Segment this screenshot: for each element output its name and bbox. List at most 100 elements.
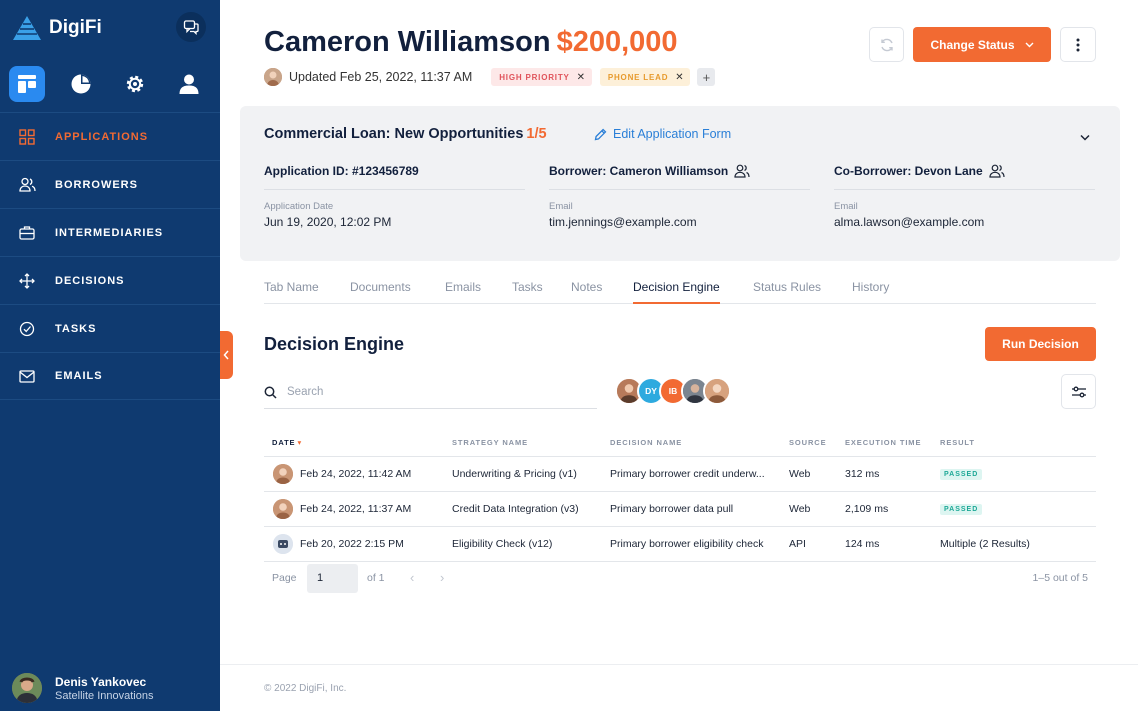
application-id-column: Application ID: #123456789 Application D…	[264, 164, 525, 229]
user-organization: Satellite Innovations	[55, 689, 154, 702]
section-title: Decision Engine	[264, 334, 405, 354]
row-date: Feb 24, 2022, 11:37 AM	[300, 503, 412, 515]
column-header-execution-time[interactable]: EXECUTION TIME	[845, 438, 921, 447]
search-field[interactable]: Search	[264, 376, 597, 409]
column-header-decision[interactable]: DECISION NAME	[610, 438, 682, 447]
avatar-initials: IB	[668, 386, 678, 396]
grid-icon	[18, 128, 36, 146]
previous-page-button[interactable]: ‹	[410, 570, 414, 585]
borrower-email: tim.jennings@example.com	[549, 215, 697, 229]
row-decision: Primary borrower eligibility check	[610, 538, 764, 550]
sort-desc-icon: ▾	[297, 438, 303, 447]
chat-button[interactable]	[176, 12, 206, 42]
user-name: Denis Yankovec	[55, 674, 147, 689]
filter-button[interactable]	[1061, 374, 1096, 409]
profile-button[interactable]	[171, 66, 207, 102]
tab-bar: Tab Name Documents Emails Tasks Notes De…	[264, 280, 1096, 304]
tab-history[interactable]: History	[852, 280, 889, 304]
table-row[interactable]: Feb 20, 2022 2:15 PM Eligibility Check (…	[264, 527, 1096, 562]
application-date-value: Jun 19, 2020, 12:02 PM	[264, 215, 392, 229]
sidebar-item-applications[interactable]: APPLICATIONS	[0, 112, 220, 160]
run-decision-button[interactable]: Run Decision	[985, 327, 1096, 361]
tab-status-rules[interactable]: Status Rules	[753, 280, 821, 304]
table-row[interactable]: Feb 24, 2022, 11:42 AM Underwriting & Pr…	[264, 457, 1096, 492]
row-decision: Primary borrower credit underw...	[610, 468, 765, 480]
chevron-left-icon	[223, 350, 229, 360]
table-row[interactable]: Feb 24, 2022, 11:37 AM Credit Data Integ…	[264, 492, 1096, 527]
tab-emails[interactable]: Emails	[445, 280, 481, 304]
tab-tab-name[interactable]: Tab Name	[264, 280, 319, 304]
borrower-name[interactable]: Borrower: Cameron Williamson	[549, 164, 728, 178]
tab-tasks[interactable]: Tasks	[512, 280, 543, 304]
email-label: Email	[834, 201, 858, 212]
edit-link-label: Edit Application Form	[613, 127, 732, 141]
column-header-date[interactable]: DATE ▾	[272, 438, 302, 447]
row-date: Feb 24, 2022, 11:42 AM	[300, 468, 412, 480]
sidebar: DigiFi APPLICATIONS BORROWERS INTERMEDIA…	[0, 0, 220, 711]
search-input[interactable]: Search	[287, 386, 323, 398]
brand[interactable]: DigiFi	[12, 14, 102, 42]
application-date-label: Application Date	[264, 201, 334, 212]
sidebar-item-borrowers[interactable]: BORROWERS	[0, 160, 220, 208]
chevron-down-icon	[1080, 134, 1090, 141]
copyright: © 2022 DigiFi, Inc.	[264, 683, 347, 694]
refresh-button[interactable]	[869, 27, 904, 62]
pencil-icon	[594, 128, 607, 140]
refresh-icon	[880, 38, 893, 51]
column-header-result[interactable]: RESULT	[940, 438, 975, 447]
column-header-strategy[interactable]: STRATEGY NAME	[452, 438, 528, 447]
sidebar-item-decisions[interactable]: DECISIONS	[0, 256, 220, 304]
close-icon[interactable]: ✕	[675, 72, 684, 83]
decisions-table: DATE ▾ STRATEGY NAME DECISION NAME SOURCE…	[264, 430, 1096, 562]
users-icon[interactable]	[989, 164, 1005, 178]
api-robot-icon	[273, 534, 293, 554]
sidebar-item-tasks[interactable]: TASKS	[0, 304, 220, 352]
next-page-button[interactable]: ›	[440, 570, 444, 585]
kebab-menu-icon	[1076, 38, 1080, 51]
applications-board-icon	[18, 75, 36, 93]
collapse-card-button[interactable]	[1080, 128, 1090, 146]
close-icon[interactable]: ✕	[577, 72, 586, 83]
avatar[interactable]	[703, 377, 731, 405]
sidebar-item-label: BORROWERS	[55, 178, 138, 191]
sidebar-item-intermediaries[interactable]: INTERMEDIARIES	[0, 208, 220, 256]
status-progress: 1/5	[526, 126, 547, 142]
collapse-sidebar-button[interactable]	[220, 331, 233, 379]
arrows-icon	[18, 272, 36, 290]
avatar	[273, 464, 293, 484]
row-decision: Primary borrower data pull	[610, 503, 734, 515]
change-status-label: Change Status	[930, 37, 1015, 52]
page-total: of 1	[367, 572, 385, 584]
column-label: DATE	[272, 438, 296, 447]
sidebar-item-label: EMAILS	[55, 370, 103, 382]
tab-decision-engine[interactable]: Decision Engine	[633, 280, 720, 304]
sidebar-item-label: INTERMEDIARIES	[55, 226, 164, 239]
co-borrower-name[interactable]: Co-Borrower: Devon Lane	[834, 164, 983, 178]
column-header-source[interactable]: SOURCE	[789, 438, 827, 447]
change-status-button[interactable]: Change Status	[913, 27, 1051, 62]
sidebar-item-emails[interactable]: EMAILS	[0, 352, 220, 400]
row-strategy: Underwriting & Pricing (v1)	[452, 468, 577, 480]
users-icon[interactable]	[734, 164, 750, 178]
row-strategy: Credit Data Integration (v3)	[452, 503, 579, 515]
tag-label: HIGH PRIORITY	[499, 72, 570, 82]
row-source: Web	[789, 503, 811, 515]
reports-button[interactable]	[63, 66, 99, 102]
co-borrower-heading: Co-Borrower: Devon Lane	[834, 164, 1095, 190]
page-label: Page	[272, 572, 297, 584]
envelope-icon	[18, 367, 36, 385]
chat-icon	[183, 20, 199, 35]
more-actions-button[interactable]	[1060, 27, 1096, 62]
updated-row: Updated Feb 25, 2022, 11:37 AM HIGH PRIO…	[264, 68, 716, 86]
sidebar-item-label: TASKS	[55, 322, 97, 335]
tab-documents[interactable]: Documents	[350, 280, 411, 304]
edit-application-form-link[interactable]: Edit Application Form	[594, 127, 731, 141]
page-number-input[interactable]: 1	[307, 564, 358, 593]
profile-user-icon	[179, 74, 199, 94]
settings-button[interactable]	[117, 66, 153, 102]
add-tag-button[interactable]: +	[697, 68, 716, 86]
current-user[interactable]: Denis Yankovec Satellite Innovations	[12, 673, 153, 703]
tab-notes[interactable]: Notes	[571, 280, 602, 304]
applications-board-button[interactable]	[9, 66, 45, 102]
application-id: Application ID: #123456789	[264, 164, 525, 190]
